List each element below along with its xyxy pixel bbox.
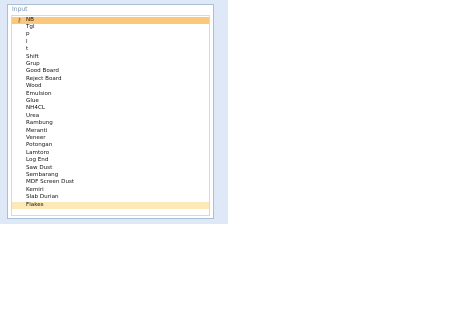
list-item[interactable]: Flakes	[12, 201, 209, 209]
group-title: Input	[12, 6, 28, 13]
list-item[interactable]: NH4CL	[12, 105, 209, 112]
list-item[interactable]: Slab Durian	[12, 194, 209, 201]
list-item[interactable]: Potongan	[12, 142, 209, 149]
list-item-label: Slab Durian	[26, 194, 59, 201]
list-item[interactable]: MDF Screen Dust	[12, 179, 209, 186]
list-item[interactable]: Wood	[12, 83, 209, 90]
list-item[interactable]: t	[12, 46, 209, 53]
list-item[interactable]: Tgl	[12, 24, 209, 31]
list-item-label: Good Board	[26, 68, 59, 75]
list-item-label: Tgl	[26, 23, 35, 30]
list-item[interactable]: Sembarang	[12, 172, 209, 179]
list-item-label: l	[26, 38, 28, 45]
list-item[interactable]: Urea	[12, 113, 209, 120]
list-item-label: Wood	[26, 83, 42, 90]
list-item-label: Lamtoro	[26, 149, 50, 156]
list-item[interactable]: l	[12, 39, 209, 46]
list-item-label: Emulsion	[26, 90, 52, 97]
list-item-label: Meranti	[26, 127, 48, 134]
list-item-label: Glue	[26, 97, 39, 104]
list-item[interactable]: Saw Dust	[12, 165, 209, 172]
list-item-label: t	[26, 46, 29, 53]
list-item[interactable]: ⚷ NB	[12, 16, 209, 24]
list-item-label: Reject Board	[26, 75, 62, 82]
list-item-label: Log End	[26, 157, 49, 164]
list-item[interactable]: Rambung	[12, 120, 209, 127]
list-item-label: NH4CL	[26, 105, 45, 112]
list-item-label: Saw Dust	[26, 164, 53, 171]
list-item-label: MDF Screen Dust	[26, 179, 75, 186]
input-panel: Input ⚷ NB Tgl p l t Shift Grup Good Board Reject…	[0, 0, 228, 224]
list-item-label: Flakes	[26, 201, 44, 208]
list-item-label: Shift	[26, 53, 39, 60]
list-item[interactable]: Lamtoro	[12, 150, 209, 157]
list-item-label: Potongan	[26, 142, 53, 149]
list-item-label: NB	[26, 16, 35, 23]
list-item[interactable]: Reject Board	[12, 76, 209, 83]
list-item[interactable]: p	[12, 31, 209, 38]
field-list[interactable]: ⚷ NB Tgl p l t Shift Grup Good Board Reject Board…	[11, 15, 210, 216]
input-group-box: Input ⚷ NB Tgl p l t Shift Grup Good Board Reject…	[7, 4, 214, 219]
list-item-label: Sembarang	[26, 171, 59, 178]
list-item[interactable]: Glue	[12, 98, 209, 105]
list-item[interactable]: Grup	[12, 61, 209, 68]
key-icon: ⚷	[17, 16, 22, 24]
list-item[interactable]: Log End	[12, 157, 209, 164]
list-item-label: Kemiri	[26, 186, 44, 193]
list-item[interactable]: Emulsion	[12, 91, 209, 98]
list-item-label: Grup	[26, 60, 40, 67]
list-item[interactable]: Meranti	[12, 128, 209, 135]
list-item-label: Veneer	[26, 134, 46, 141]
list-item-label: Rambung	[26, 120, 53, 127]
list-item[interactable]: Shift	[12, 54, 209, 61]
list-item[interactable]: Good Board	[12, 68, 209, 75]
list-item-label: p	[26, 31, 30, 38]
list-item[interactable]: Kemiri	[12, 187, 209, 194]
list-item-label: Urea	[26, 112, 40, 119]
list-item[interactable]: Veneer	[12, 135, 209, 142]
